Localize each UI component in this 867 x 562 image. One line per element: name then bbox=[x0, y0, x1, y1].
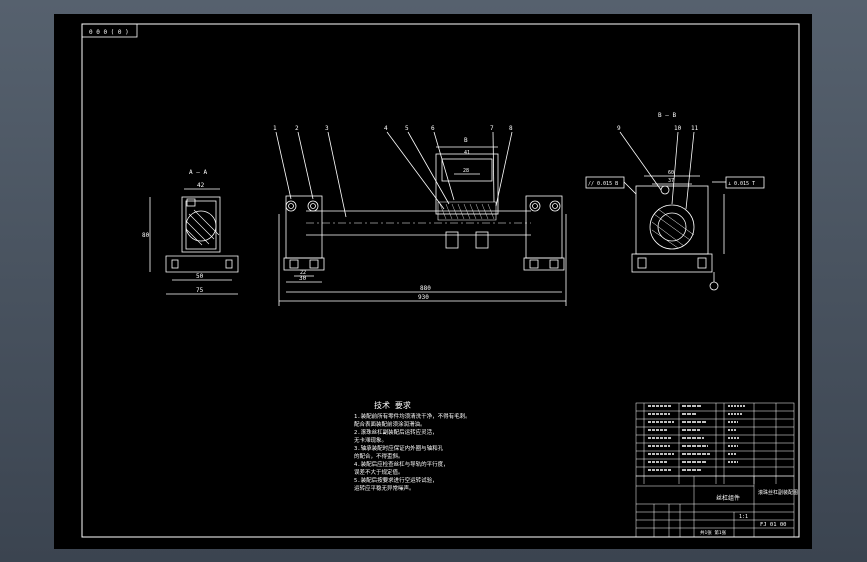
dim-front-w2: 28 bbox=[463, 168, 469, 174]
tech-line-10: 运转应平稳无异常噪声。 bbox=[354, 484, 415, 492]
tolerance-right: ⊥ 0.015 T bbox=[728, 181, 755, 187]
tech-line-2: 配合表面装配前须涂润滑油。 bbox=[354, 420, 426, 428]
balloon-6: 6 bbox=[431, 125, 435, 132]
tech-line-4: 无卡滞现象。 bbox=[354, 436, 387, 444]
drawing-number: FJ 01 00 bbox=[760, 522, 787, 528]
balloon-3: 3 bbox=[325, 125, 329, 132]
tech-line-1: 1.装配前所有零件均须清洗干净，不得有毛刺。 bbox=[354, 412, 471, 420]
drawing-sheet: 0 0 0 ( 0 ) A — A 42 80 50 75 30 22 880 … bbox=[54, 14, 812, 549]
title-block: 丝杠组件 滚珠丝杠副装配图 FJ 01 00 1:1 共1张 第1张 bbox=[635, 475, 798, 538]
dim-left-height: 80 bbox=[142, 232, 150, 239]
balloon-5: 5 bbox=[405, 125, 409, 132]
technical-requirements: 技术 要求 1.装配前所有零件均须清洗干净，不得有毛刺。 配合表面装配前须涂润滑… bbox=[354, 400, 471, 492]
dim-right-w-mid: 37 bbox=[668, 178, 674, 184]
balloon-2: 2 bbox=[295, 125, 299, 132]
tech-line-7: 4.装配后应检查丝杠与导轨的平行度， bbox=[354, 460, 449, 468]
dim-front-sect-b: B bbox=[464, 137, 468, 144]
sheet-count: 共1张 第1张 bbox=[700, 529, 727, 536]
drawing-name: 滚珠丝杠副装配图 bbox=[758, 489, 798, 496]
tech-line-9: 5.装配后按要求进行空运转试验， bbox=[354, 476, 438, 484]
front-view: 30 22 880 930 B 41 28 bbox=[275, 131, 567, 306]
balloon-4: 4 bbox=[384, 125, 388, 132]
dim-left-top: 42 bbox=[197, 182, 205, 189]
tech-line-5: 3.轴承装配时应保证内外圈与轴和孔 bbox=[354, 444, 444, 452]
balloon-8: 8 bbox=[509, 125, 513, 132]
design-title: 丝杠组件 bbox=[716, 494, 740, 502]
tolerance-left: // 0.015 B bbox=[588, 181, 618, 187]
balloon-11: 11 bbox=[691, 125, 699, 132]
dim-right-w-top: 60 bbox=[668, 170, 674, 176]
section-label-left: A — A bbox=[189, 169, 207, 176]
dim-front-d2: 22 bbox=[300, 270, 306, 276]
dim-front-overall: 930 bbox=[418, 294, 429, 301]
balloon-10: 10 bbox=[674, 125, 682, 132]
parts-list bbox=[635, 402, 795, 484]
dim-front-w1: 41 bbox=[464, 150, 470, 156]
scale: 1:1 bbox=[739, 514, 748, 520]
dim-left-bottom-b: 75 bbox=[196, 287, 204, 294]
tech-line-3: 2.滚珠丝杠副装配后运转应灵活， bbox=[354, 428, 438, 436]
inner-frame bbox=[81, 23, 800, 538]
technical-drawing: 0 0 0 ( 0 ) A — A 42 80 50 75 30 22 880 … bbox=[81, 23, 800, 538]
dim-left-bottom-a: 50 bbox=[196, 273, 204, 280]
balloon-7: 7 bbox=[490, 125, 494, 132]
balloon-9: 9 bbox=[617, 125, 621, 132]
section-label-right: B — B bbox=[658, 112, 676, 119]
title-tab-text: 0 0 0 ( 0 ) bbox=[89, 29, 129, 36]
tech-line-6: 的配合，不得歪斜。 bbox=[354, 452, 404, 460]
balloon-1: 1 bbox=[273, 125, 277, 132]
tech-title: 技术 要求 bbox=[374, 400, 411, 410]
section-view-left: A — A 42 80 50 75 bbox=[142, 169, 239, 295]
tech-line-8: 误差不大于规定值。 bbox=[354, 468, 404, 476]
dim-front-total: 880 bbox=[420, 285, 431, 292]
section-view-right: B — B 60 37 // 0.015 B ⊥ 0.015 T bbox=[585, 112, 765, 291]
